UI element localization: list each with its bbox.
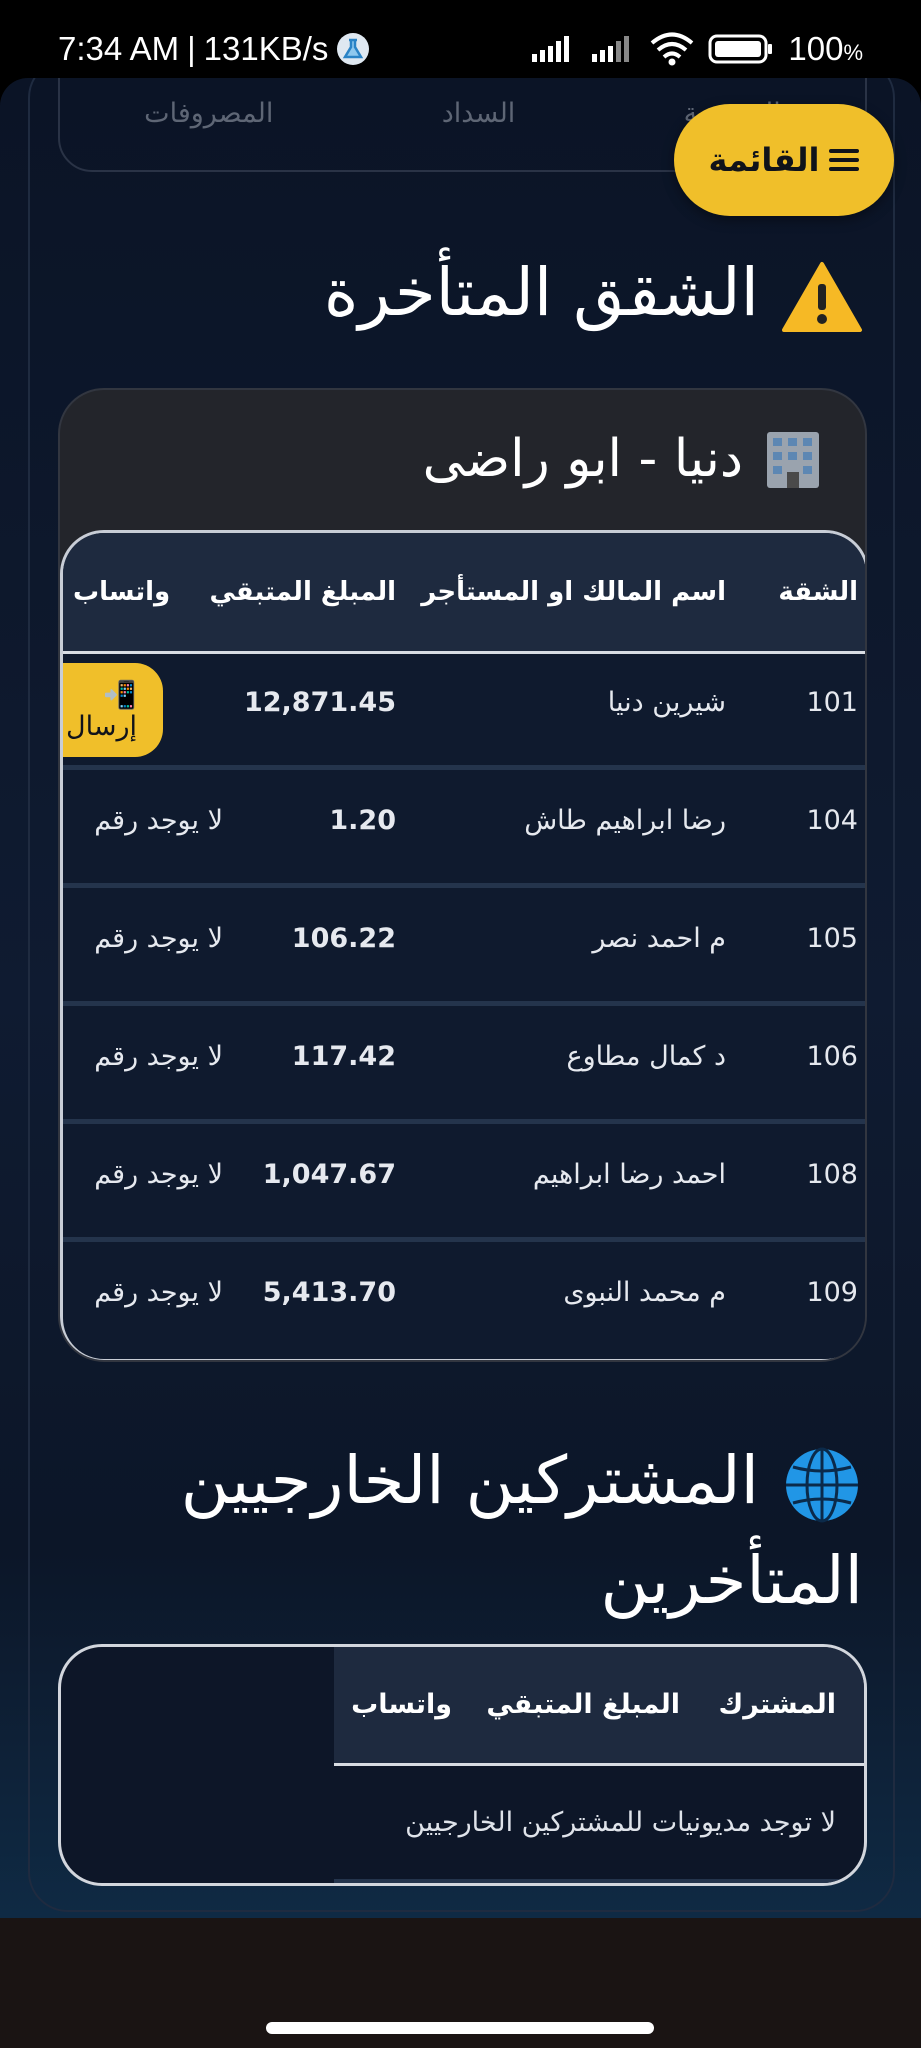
- cell-owner: احمد رضا ابراهيم: [532, 1159, 726, 1190]
- cell-remaining: 1,047.67: [262, 1159, 396, 1190]
- warning-icon: [782, 261, 862, 332]
- cell-whatsapp: لا يوجد رقم: [94, 805, 223, 836]
- flask-notification-icon: [337, 33, 370, 65]
- table-row: 105 م احمد نصر 106.22 لا يوجد رقم: [63, 887, 865, 1006]
- external-empty-message: لا توجد مديونيات للمشتركين الخارجيين: [405, 1807, 836, 1838]
- header-ext-remaining: المبلغ المتبقي: [486, 1689, 680, 1720]
- table-row: 106 د كمال مطاوع 117.42 لا يوجد رقم: [63, 1005, 865, 1124]
- status-separator: |: [187, 30, 196, 67]
- header-remaining: المبلغ المتبقي: [209, 577, 397, 607]
- external-subscribers-title: المشتركين الخارجيين المتأخرين: [83, 1438, 863, 1624]
- cell-apartment: 104: [806, 805, 858, 836]
- header-ext-whatsapp: واتساب: [351, 1689, 452, 1720]
- network-speed: 131KB/s: [203, 30, 329, 67]
- header-whatsapp: واتساب: [73, 577, 171, 607]
- building-card: دنيا - ابو راضى الشقة اسم المالك او المس…: [58, 388, 867, 1362]
- summary-label-expenses: المصروفات: [144, 98, 274, 129]
- building-header: دنيا - ابو راضى: [423, 428, 825, 490]
- battery-percentage: 100%: [788, 30, 863, 67]
- external-row-divider: [334, 1879, 864, 1883]
- menu-button[interactable]: القائمة: [674, 104, 894, 216]
- table-row: 101 شيرين دنيا 12,871.45 📲 إرسال: [63, 651, 865, 770]
- late-apartments-table[interactable]: الشقة اسم المالك او المستأجر المبلغ المت…: [60, 530, 865, 1360]
- cell-apartment: 109: [806, 1277, 858, 1308]
- cell-whatsapp: لا يوجد رقم: [94, 1277, 223, 1308]
- table-row: 108 احمد رضا ابراهيم 1,047.67 لا يوجد رق…: [63, 1123, 865, 1242]
- cell-owner: م احمد نصر: [592, 923, 726, 954]
- cell-remaining: 117.42: [291, 1041, 396, 1072]
- summary-label-payment: السداد: [441, 98, 516, 129]
- home-indicator[interactable]: [266, 2022, 654, 2034]
- cell-apartment: 108: [806, 1159, 858, 1190]
- whatsapp-send-button[interactable]: 📲 إرسال: [63, 663, 163, 757]
- external-title-line2: المتأخرين: [600, 1541, 863, 1619]
- cell-owner: د كمال مطاوع: [566, 1041, 726, 1072]
- external-subscribers-table[interactable]: المشترك المبلغ المتبقي واتساب لا توجد مد…: [58, 1644, 867, 1886]
- cell-remaining: 1.20: [329, 805, 396, 836]
- status-right: 100%: [530, 30, 863, 68]
- battery-icon: [708, 34, 773, 64]
- cell-owner: شيرين دنيا: [607, 687, 726, 718]
- cell-apartment: 101: [806, 687, 858, 718]
- cell-whatsapp: لا يوجد رقم: [94, 923, 223, 954]
- cell-remaining: 12,871.45: [243, 687, 396, 718]
- cell-remaining: 106.22: [291, 923, 396, 954]
- cell-owner: رضا ابراهيم طاش: [524, 805, 726, 836]
- menu-label: القائمة: [708, 141, 820, 179]
- building-name: دنيا - ابو راضى: [422, 429, 743, 489]
- table-row: 109 م محمد النبوى 5,413.70 لا يوجد رقم: [63, 1241, 865, 1355]
- status-left: 7:34 AM | 131KB/s: [58, 30, 370, 68]
- header-subscriber: المشترك: [718, 1689, 836, 1720]
- cell-remaining: 5,413.70: [262, 1277, 396, 1308]
- table-header: الشقة اسم المالك او المستأجر المبلغ المت…: [63, 533, 865, 654]
- signal-icon: [532, 36, 570, 62]
- cell-apartment: 105: [806, 923, 858, 954]
- building-icon: [767, 432, 819, 488]
- hamburger-icon: [829, 149, 860, 171]
- late-apartments-title-text: الشقق المتأخرة: [323, 254, 759, 331]
- cell-whatsapp: لا يوجد رقم: [94, 1159, 223, 1190]
- globe-icon: [786, 1447, 858, 1523]
- signal-icon-2: [592, 36, 630, 62]
- external-title-line1: المشتركين الخارجيين: [83, 1438, 863, 1526]
- table-row: 104 رضا ابراهيم طاش 1.20 لا يوجد رقم: [63, 769, 865, 888]
- late-apartments-title: الشقق المتأخرة: [324, 250, 863, 336]
- wifi-icon: [651, 32, 694, 66]
- external-title-text-1: المشتركين الخارجيين: [180, 1442, 759, 1519]
- external-table-header: المشترك المبلغ المتبقي واتساب: [334, 1647, 864, 1766]
- cell-whatsapp: لا يوجد رقم: [94, 1041, 223, 1072]
- cell-owner: م محمد النبوى: [563, 1277, 726, 1308]
- header-apartment: الشقة: [778, 577, 858, 607]
- cell-apartment: 106: [806, 1041, 858, 1072]
- status-time: 7:34 AM: [58, 30, 180, 67]
- header-owner: اسم المالك او المستأجر: [421, 577, 726, 607]
- app-content[interactable]: المديونية السداد المصروفات القائمة الشقق…: [0, 78, 921, 1918]
